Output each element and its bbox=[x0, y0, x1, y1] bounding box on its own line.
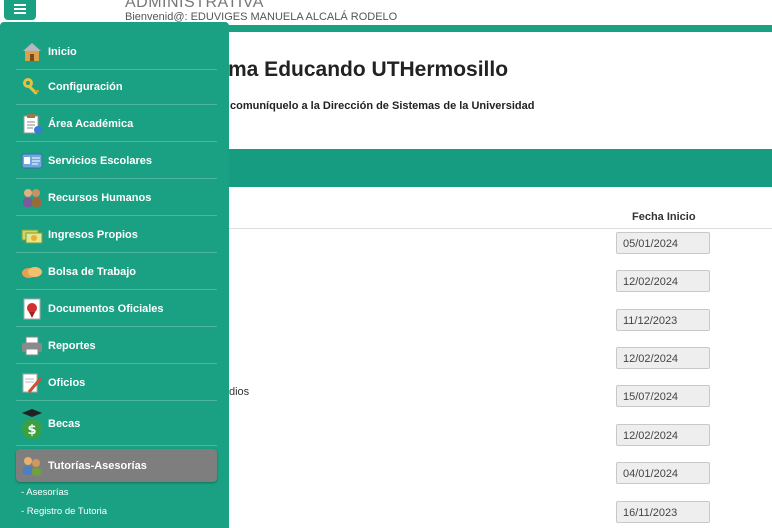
date-field[interactable]: 05/01/2024 bbox=[616, 232, 710, 254]
hamburger-menu-button[interactable] bbox=[4, 0, 36, 20]
money-icon bbox=[20, 223, 44, 247]
sidebar-item-tutorias-asesorias[interactable]: Tutorías-Asesorías bbox=[16, 449, 217, 482]
tutoring-icon bbox=[20, 454, 44, 478]
document-pen-icon bbox=[20, 371, 44, 395]
date-field[interactable]: 11/12/2023 bbox=[616, 309, 710, 331]
date-field[interactable]: 04/01/2024 bbox=[616, 462, 710, 484]
date-field[interactable]: 12/02/2024 bbox=[616, 347, 710, 369]
graduation-money-icon: $ bbox=[20, 407, 44, 441]
sidebar-item-ingresos-propios[interactable]: Ingresos Propios bbox=[16, 217, 217, 253]
notice-text: comuníquelo a la Dirección de Sistemas d… bbox=[230, 100, 535, 112]
sidebar-item-label: Ingresos Propios bbox=[48, 228, 138, 241]
date-field[interactable]: 12/02/2024 bbox=[616, 270, 710, 292]
certificate-icon bbox=[20, 297, 44, 321]
sidebar-item-recursos-humanos[interactable]: Recursos Humanos bbox=[16, 180, 217, 216]
home-icon bbox=[20, 40, 44, 64]
row-text-fragment: dios bbox=[229, 386, 250, 398]
date-field[interactable]: 15/07/2024 bbox=[616, 385, 710, 407]
column-header-fecha-inicio: Fecha Inicio bbox=[632, 211, 696, 223]
people-icon bbox=[20, 186, 44, 210]
sidebar-item-reportes[interactable]: Reportes bbox=[16, 328, 217, 364]
sidebar-item-label: Reportes bbox=[48, 339, 96, 352]
date-field[interactable]: 16/11/2023 bbox=[616, 501, 710, 523]
page-title: ma Educando UTHermosillo bbox=[228, 58, 509, 81]
sidebar-menu: Inicio Configuración Área Académica Serv… bbox=[0, 22, 229, 528]
sidebar-item-oficios[interactable]: Oficios bbox=[16, 365, 217, 401]
sidebar-item-documentos-oficiales[interactable]: Documentos Oficiales bbox=[16, 291, 217, 327]
sidebar-item-label: Documentos Oficiales bbox=[48, 302, 164, 315]
sidebar-item-label: Tutorías-Asesorías bbox=[48, 459, 147, 472]
submenu-item-registro-de-tutoria[interactable]: - Registro de Tutoria bbox=[21, 506, 107, 517]
sidebar-item-becas[interactable]: $ Becas bbox=[16, 402, 217, 446]
sidebar-item-bolsa-de-trabajo[interactable]: Bolsa de Trabajo bbox=[16, 254, 217, 290]
sidebar-item-label: Configuración bbox=[48, 80, 123, 93]
handshake-icon bbox=[20, 260, 44, 284]
sidebar-item-label: Oficios bbox=[48, 376, 86, 389]
sidebar-item-label: Servicios Escolares bbox=[48, 154, 152, 167]
id-card-icon bbox=[20, 149, 44, 173]
sidebar-item-inicio[interactable]: Inicio bbox=[16, 34, 217, 70]
sidebar-item-area-academica[interactable]: Área Académica bbox=[16, 106, 217, 142]
sidebar-item-label: Bolsa de Trabajo bbox=[48, 265, 137, 278]
printer-icon bbox=[20, 334, 44, 358]
sidebar-item-label: Recursos Humanos bbox=[48, 191, 152, 204]
sidebar-item-servicios-escolares[interactable]: Servicios Escolares bbox=[16, 143, 217, 179]
sidebar-item-label: Becas bbox=[48, 417, 81, 430]
submenu-item-asesorias[interactable]: - Asesorías bbox=[21, 487, 69, 498]
svg-text:$: $ bbox=[27, 423, 36, 438]
keys-icon bbox=[20, 75, 44, 99]
hamburger-icon bbox=[14, 1, 26, 19]
clipboard-icon bbox=[20, 112, 44, 136]
date-field[interactable]: 12/02/2024 bbox=[616, 424, 710, 446]
sidebar-item-label: Inicio bbox=[48, 45, 77, 58]
sidebar-item-configuracion[interactable]: Configuración bbox=[16, 69, 217, 105]
sidebar-item-label: Área Académica bbox=[48, 117, 134, 130]
